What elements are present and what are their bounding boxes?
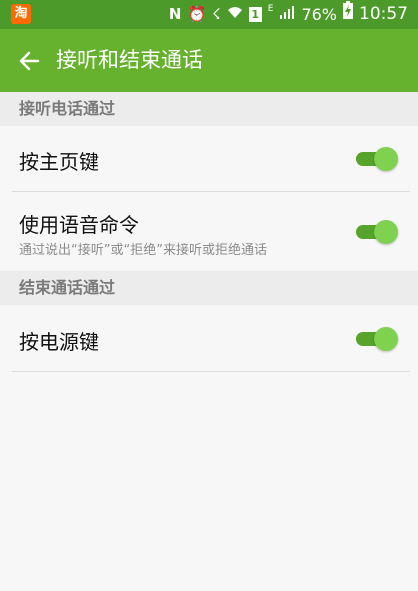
back-arrow-icon[interactable] [12, 44, 46, 78]
taobao-notification-icon: 淘 [11, 4, 31, 24]
status-bar: 淘 N ⏰ ☇ 1 E 76% 10:57 [0, 0, 418, 29]
setting-subtitle: 通过说出“接听”或“拒绝”来接听或拒绝通话 [19, 243, 267, 258]
sim-badge: 1 [248, 7, 262, 22]
page-title: 接听和结束通话 [56, 48, 203, 72]
divider [12, 371, 410, 372]
battery-percent: 76% [301, 5, 337, 24]
toggle-thumb [374, 147, 398, 171]
clock: 10:57 [359, 4, 408, 24]
alarm-icon: ⏰ [187, 5, 207, 23]
section-header-end-calls: 结束通话通过 [0, 271, 418, 305]
battery-charging-icon [343, 0, 353, 29]
setting-row-power-key[interactable]: 按电源键 [0, 305, 418, 371]
toggle-thumb [374, 327, 398, 351]
app-bar: 接听和结束通话 [0, 29, 418, 92]
setting-title: 按主页键 [19, 150, 99, 174]
setting-row-voice-command[interactable]: 使用语音命令 通过说出“接听”或“拒绝”来接听或拒绝通话 [0, 192, 418, 270]
setting-row-home-key[interactable]: 按主页键 [0, 126, 418, 190]
nfc-icon: N [168, 5, 182, 23]
section-header-answer-calls: 接听电话通过 [0, 92, 418, 126]
setting-title: 使用语音命令 [19, 213, 139, 237]
mute-icon: ☇ [212, 5, 221, 23]
power-key-toggle[interactable] [356, 324, 400, 352]
home-key-toggle[interactable] [356, 144, 400, 172]
network-type-label: E [267, 4, 274, 14]
status-icons: N ⏰ ☇ 1 E 76% 10:57 [169, 0, 408, 29]
voice-command-toggle[interactable] [356, 217, 400, 245]
signal-icon [279, 0, 295, 29]
wifi-icon [227, 0, 243, 29]
toggle-thumb [374, 220, 398, 244]
setting-title: 按电源键 [19, 330, 99, 354]
